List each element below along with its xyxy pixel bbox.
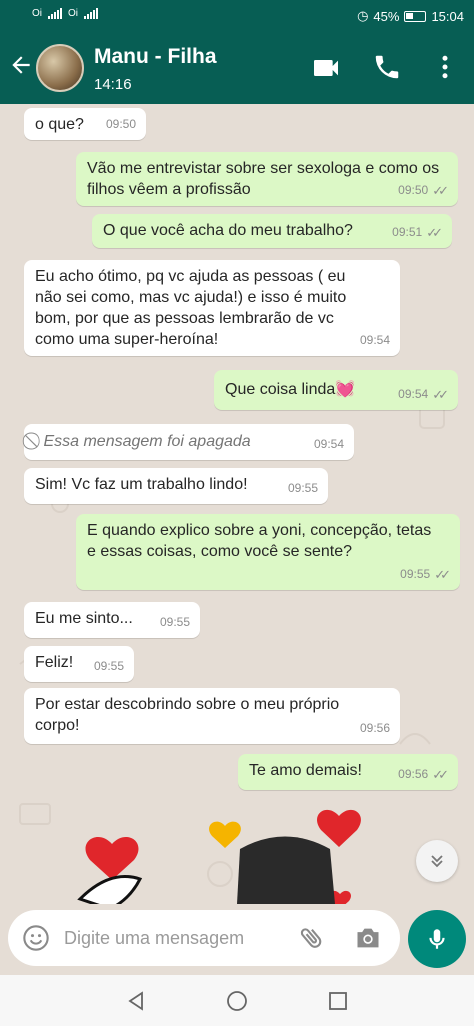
message-time: 09:55: [159, 615, 190, 629]
message-outgoing[interactable]: O que você acha do meu trabalho? 09:51 ✓✓: [92, 214, 452, 248]
message-outgoing[interactable]: E quando explico sobre a yoni, concepção…: [76, 514, 460, 590]
double-check-icon: ✓✓: [426, 225, 443, 240]
message-text: Te amo demais!: [249, 762, 362, 779]
message-time: 09:54: [313, 437, 344, 451]
message-time: 09:56: [359, 721, 390, 735]
chat-header: Manu - Filha 14:16: [0, 32, 474, 104]
battery-percent: 45%: [373, 8, 400, 24]
message-text: Que coisa linda💓: [225, 381, 356, 398]
message-incoming[interactable]: Por estar descobrindo sobre o meu própri…: [24, 688, 400, 744]
message-incoming[interactable]: Eu acho ótimo, pq vc ajuda as pessoas ( …: [24, 260, 400, 356]
emoji-icon[interactable]: [22, 924, 50, 952]
contact-name[interactable]: Manu - Filha: [94, 45, 217, 69]
clock: 15:04: [431, 8, 464, 24]
phone-icon[interactable]: [372, 52, 404, 84]
heart-hand-sticker: [77, 836, 143, 904]
camera-icon[interactable]: [354, 925, 382, 951]
message-incoming[interactable]: Feliz! 09:55: [24, 646, 134, 682]
message-time: 09:50: [398, 183, 429, 197]
signal-1-icon: [48, 8, 62, 19]
nav-home-icon[interactable]: [225, 989, 249, 1013]
carrier-1: Oi: [32, 8, 42, 19]
message-outgoing[interactable]: Vão me entrevistar sobre ser sexologa e …: [76, 152, 458, 206]
scroll-down-button[interactable]: [416, 840, 458, 882]
message-deleted[interactable]: ⃠ Essa mensagem foi apagada 09:54: [24, 424, 354, 460]
nav-back-icon[interactable]: [124, 989, 148, 1013]
double-check-icon: ✓✓: [432, 767, 449, 782]
nav-recents-icon[interactable]: [326, 989, 350, 1013]
message-time: 09:55: [287, 481, 318, 495]
message-incoming[interactable]: Eu me sinto... 09:55: [24, 602, 200, 638]
message-text: Por estar descobrindo sobre o meu própri…: [35, 696, 340, 734]
double-check-icon: ✓✓: [434, 567, 451, 582]
signal-2-icon: [84, 8, 98, 19]
message-text: Eu acho ótimo, pq vc ajuda as pessoas ( …: [35, 268, 347, 348]
message-text: Feliz!: [35, 654, 74, 671]
video-call-icon[interactable]: [310, 52, 342, 84]
paperclip-icon[interactable]: [298, 924, 326, 952]
double-check-icon: ✓✓: [432, 183, 449, 198]
message-text: Sim! Vc faz um trabalho lindo!: [35, 476, 248, 493]
back-arrow-icon[interactable]: [8, 52, 34, 83]
message-time: 09:55: [93, 659, 124, 673]
message-time: 09:54: [398, 387, 429, 401]
message-text: Vão me entrevistar sobre ser sexologa e …: [87, 160, 440, 198]
mic-button[interactable]: [408, 910, 466, 968]
mic-icon: [429, 929, 445, 949]
message-time: 09:54: [359, 333, 390, 347]
message-time: 09:56: [398, 767, 429, 781]
system-nav-bar: [0, 975, 474, 1026]
chevron-double-down-icon: [431, 855, 443, 868]
status-right: ◷ 45% 15:04: [357, 8, 464, 24]
message-time: 09:50: [105, 117, 136, 131]
compose-bar: [8, 910, 400, 966]
message-time: 09:51: [392, 225, 423, 239]
heart-gift-sticker: [209, 821, 241, 848]
chat-area[interactable]: o que? 09:50 Vão me entrevistar sobre se…: [0, 104, 474, 904]
message-time: 09:55: [400, 567, 431, 581]
battery-icon: [404, 10, 427, 22]
photo-sticker: [237, 836, 335, 904]
message-outgoing[interactable]: Te amo demais! 09:56 ✓✓: [238, 754, 458, 790]
more-vert-icon[interactable]: [430, 52, 462, 84]
carrier-signals: Oi Oi: [32, 8, 98, 19]
last-seen: 14:16: [94, 76, 132, 93]
alarm-icon: ◷: [357, 8, 369, 23]
message-incoming[interactable]: Sim! Vc faz um trabalho lindo! 09:55: [24, 468, 328, 504]
avatar[interactable]: [36, 44, 84, 92]
message-text: Essa mensagem foi apagada: [43, 433, 251, 450]
status-bar: Oi Oi ◷ 45% 15:04: [0, 0, 474, 32]
double-check-icon: ✓✓: [432, 387, 449, 402]
message-outgoing[interactable]: Que coisa linda💓 09:54 ✓✓: [214, 370, 458, 410]
message-text: E quando explico sobre a yoni, concepção…: [87, 522, 432, 560]
message-text: Eu me sinto...: [35, 610, 133, 627]
carrier-2: Oi: [68, 8, 78, 19]
message-incoming[interactable]: o que? 09:50: [24, 108, 146, 140]
message-input[interactable]: [64, 924, 284, 952]
message-text: o que?: [35, 116, 84, 133]
message-text: O que você acha do meu trabalho?: [103, 222, 353, 239]
